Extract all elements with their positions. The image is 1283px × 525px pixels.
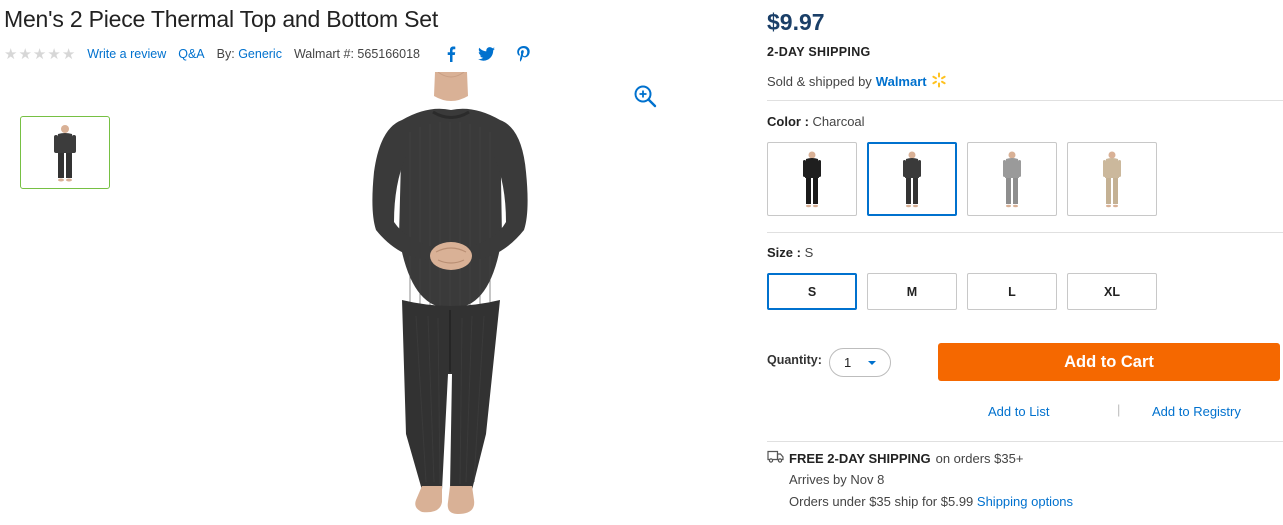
size-value: S bbox=[804, 245, 814, 260]
facebook-icon[interactable] bbox=[446, 46, 456, 62]
link-separator: | bbox=[1117, 402, 1121, 417]
buy-box: $9.97 2-DAY SHIPPING Sold & shipped by W… bbox=[767, 0, 1283, 525]
size-option-label: Size : S bbox=[767, 245, 814, 260]
size-button-m[interactable]: M bbox=[867, 273, 957, 310]
sold-by-prefix: Sold & shipped by bbox=[767, 74, 872, 89]
swatch-image bbox=[803, 151, 821, 208]
color-option-label: Color : Charcoal bbox=[767, 114, 865, 129]
brand-info: By: Generic bbox=[217, 47, 282, 61]
color-swatch-charcoal[interactable] bbox=[867, 142, 957, 216]
star-icon: ★ bbox=[47, 45, 61, 63]
write-review-link[interactable]: Write a review bbox=[87, 47, 166, 61]
orders-under-text: Orders under $35 ship for $5.99 bbox=[789, 494, 974, 509]
shipping-cost-line: Orders under $35 ship for $5.99 Shipping… bbox=[789, 494, 1073, 509]
chevron-down-icon bbox=[868, 361, 876, 365]
shipping-options-link[interactable]: Shipping options bbox=[977, 494, 1073, 509]
pinterest-icon[interactable] bbox=[517, 46, 530, 62]
divider bbox=[767, 100, 1283, 101]
color-swatch-khaki[interactable] bbox=[1067, 142, 1157, 216]
item-number-label: Walmart #: bbox=[293, 47, 354, 61]
sold-by: Sold & shipped by Walmart bbox=[767, 72, 947, 91]
star-icon: ★ bbox=[4, 45, 18, 63]
swatch-image bbox=[1003, 151, 1021, 208]
price: $9.97 bbox=[767, 9, 825, 35]
item-number: Walmart #: 565166018 bbox=[294, 47, 420, 61]
free-shipping-text: FREE 2-DAY SHIPPING bbox=[789, 450, 931, 466]
color-label: Color bbox=[767, 114, 801, 129]
product-title: Men's 2 Piece Thermal Top and Bottom Set bbox=[4, 6, 439, 32]
quantity-value: 1 bbox=[844, 355, 852, 370]
color-value: Charcoal bbox=[812, 114, 865, 129]
zoom-in-icon[interactable] bbox=[633, 84, 657, 108]
size-button-s[interactable]: S bbox=[767, 273, 857, 310]
color-swatch-grey[interactable] bbox=[967, 142, 1057, 216]
quantity-select[interactable]: 1 bbox=[829, 348, 891, 377]
star-icon: ★ bbox=[32, 45, 47, 63]
size-button-l[interactable]: L bbox=[967, 273, 1057, 310]
add-to-list-link[interactable]: Add to List bbox=[988, 404, 1049, 419]
color-swatch-black[interactable] bbox=[767, 142, 857, 216]
size-label: Size bbox=[767, 245, 794, 260]
by-label: By: bbox=[216, 47, 235, 61]
divider bbox=[767, 441, 1283, 442]
free-shipping-suffix: on orders $35+ bbox=[935, 450, 1024, 466]
free-shipping-line: FREE 2-DAY SHIPPING on orders $35+ bbox=[767, 450, 1073, 466]
product-meta-row: ★ ★ ★ ★ ★ Write a review Q&A By: Generic… bbox=[4, 45, 530, 63]
qa-link[interactable]: Q&A bbox=[178, 47, 204, 61]
divider bbox=[767, 232, 1283, 233]
shipping-info: FREE 2-DAY SHIPPING on orders $35+ Arriv… bbox=[767, 450, 1073, 509]
star-icon: ★ bbox=[61, 45, 76, 63]
swatch-image bbox=[1103, 151, 1121, 208]
item-number-value: 565166018 bbox=[357, 47, 420, 61]
seller-link[interactable]: Walmart bbox=[876, 74, 927, 89]
quantity-label: Quantity: bbox=[767, 353, 822, 367]
main-product-image[interactable] bbox=[350, 71, 550, 525]
thumbnail-image bbox=[54, 124, 76, 181]
shipping-heading: 2-DAY SHIPPING bbox=[767, 45, 871, 59]
add-to-cart-button[interactable]: Add to Cart bbox=[938, 343, 1280, 381]
rating-stars[interactable]: ★ ★ ★ ★ ★ bbox=[4, 47, 75, 62]
brand-link[interactable]: Generic bbox=[238, 47, 282, 61]
add-to-registry-link[interactable]: Add to Registry bbox=[1152, 404, 1241, 419]
walmart-spark-icon bbox=[931, 72, 947, 91]
swatch-image bbox=[903, 151, 921, 208]
social-share bbox=[446, 46, 530, 62]
truck-icon bbox=[767, 450, 784, 466]
twitter-icon[interactable] bbox=[478, 47, 495, 61]
gallery-thumbnail[interactable] bbox=[20, 116, 110, 189]
star-icon: ★ bbox=[18, 45, 32, 63]
arrival-date: Arrives by Nov 8 bbox=[789, 472, 885, 487]
size-button-xl[interactable]: XL bbox=[1067, 273, 1157, 310]
